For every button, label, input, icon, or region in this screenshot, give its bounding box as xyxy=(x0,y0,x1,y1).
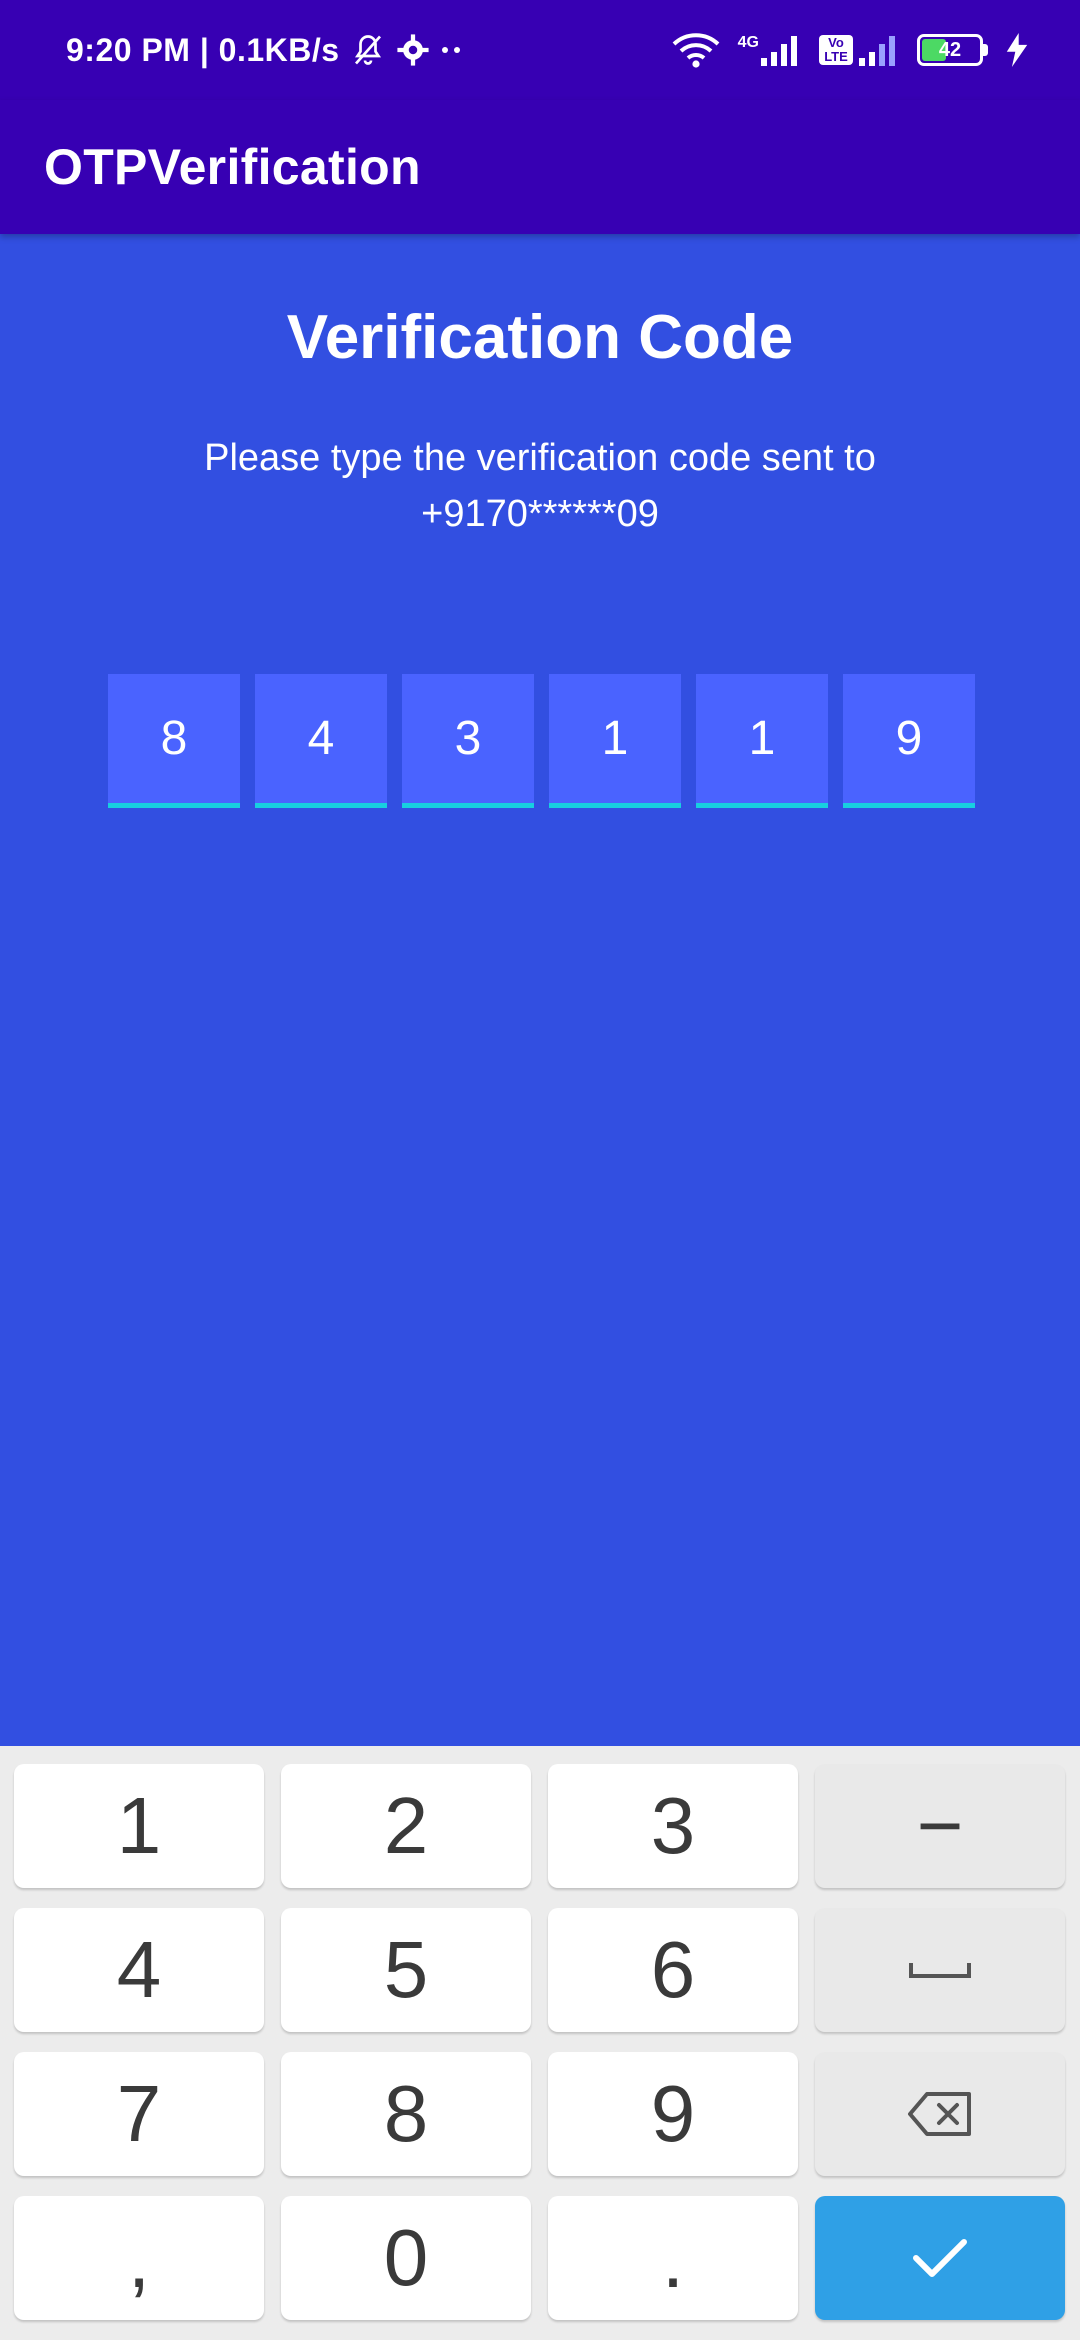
status-right: 4G Vo LTE 42 xyxy=(672,32,1028,68)
volte-label: Vo LTE xyxy=(819,35,853,65)
notifications-off-icon xyxy=(350,32,386,68)
key-8[interactable]: 8 xyxy=(281,2052,531,2176)
key-4[interactable]: 4 xyxy=(14,1908,264,2032)
key-6[interactable]: 6 xyxy=(548,1908,798,2032)
key-comma[interactable]: , xyxy=(14,2196,264,2320)
battery-icon: 42 xyxy=(917,34,988,66)
status-bar: 9:20 PM | 0.1KB/s 4G Vo LTE 42 xyxy=(0,0,1080,100)
page-title: Verification Code xyxy=(286,303,794,372)
key-space[interactable] xyxy=(815,1908,1065,2032)
done-button[interactable] xyxy=(815,2196,1065,2320)
key-5[interactable]: 5 xyxy=(281,1908,531,2032)
status-time-speed: 9:20 PM | 0.1KB/s xyxy=(66,31,340,68)
key-3[interactable]: 3 xyxy=(548,1764,798,1888)
key-period[interactable]: . xyxy=(548,2196,798,2320)
key-grid: 1 2 3 − 4 5 6 7 8 9 , 0 . xyxy=(14,1764,1066,2320)
key-0[interactable]: 0 xyxy=(281,2196,531,2320)
key-dash[interactable]: − xyxy=(815,1764,1065,1888)
instruction-text: Please type the verification code sent t… xyxy=(204,437,876,535)
wifi-icon xyxy=(672,32,720,68)
key-backspace[interactable] xyxy=(815,2052,1065,2176)
otp-digit-field[interactable]: 8 xyxy=(108,674,240,808)
app-title: OTPVerification xyxy=(44,139,421,195)
checkmark-icon xyxy=(912,2236,968,2280)
space-bar-icon xyxy=(908,1959,972,1981)
otp-digit-field[interactable]: 1 xyxy=(696,674,828,808)
otp-digit-field[interactable]: 1 xyxy=(549,674,681,808)
numeric-keyboard: 1 2 3 − 4 5 6 7 8 9 , 0 . xyxy=(0,1746,1080,2340)
backspace-icon xyxy=(907,2091,973,2137)
settings-gear-icon xyxy=(396,33,430,67)
otp-digit-field[interactable]: 3 xyxy=(402,674,534,808)
signal-4g-icon: 4G xyxy=(738,34,801,66)
key-7[interactable]: 7 xyxy=(14,2052,264,2176)
key-9[interactable]: 9 xyxy=(548,2052,798,2176)
key-1[interactable]: 1 xyxy=(14,1764,264,1888)
key-2[interactable]: 2 xyxy=(281,1764,531,1888)
otp-input-row: 8 4 3 1 1 9 xyxy=(108,674,975,808)
status-left: 9:20 PM | 0.1KB/s xyxy=(66,32,464,69)
battery-level: 42 xyxy=(938,39,962,61)
otp-digit-field[interactable]: 9 xyxy=(843,674,975,808)
charging-bolt-icon xyxy=(1006,33,1028,67)
app-bar: OTPVerification xyxy=(0,100,1080,234)
otp-digit-field[interactable]: 4 xyxy=(255,674,387,808)
volte-signal-icon: Vo LTE xyxy=(819,34,899,66)
more-dots-icon xyxy=(440,45,464,55)
verification-screen: Verification Code Please type the verifi… xyxy=(0,234,1080,1746)
network-type-label: 4G xyxy=(737,34,759,51)
